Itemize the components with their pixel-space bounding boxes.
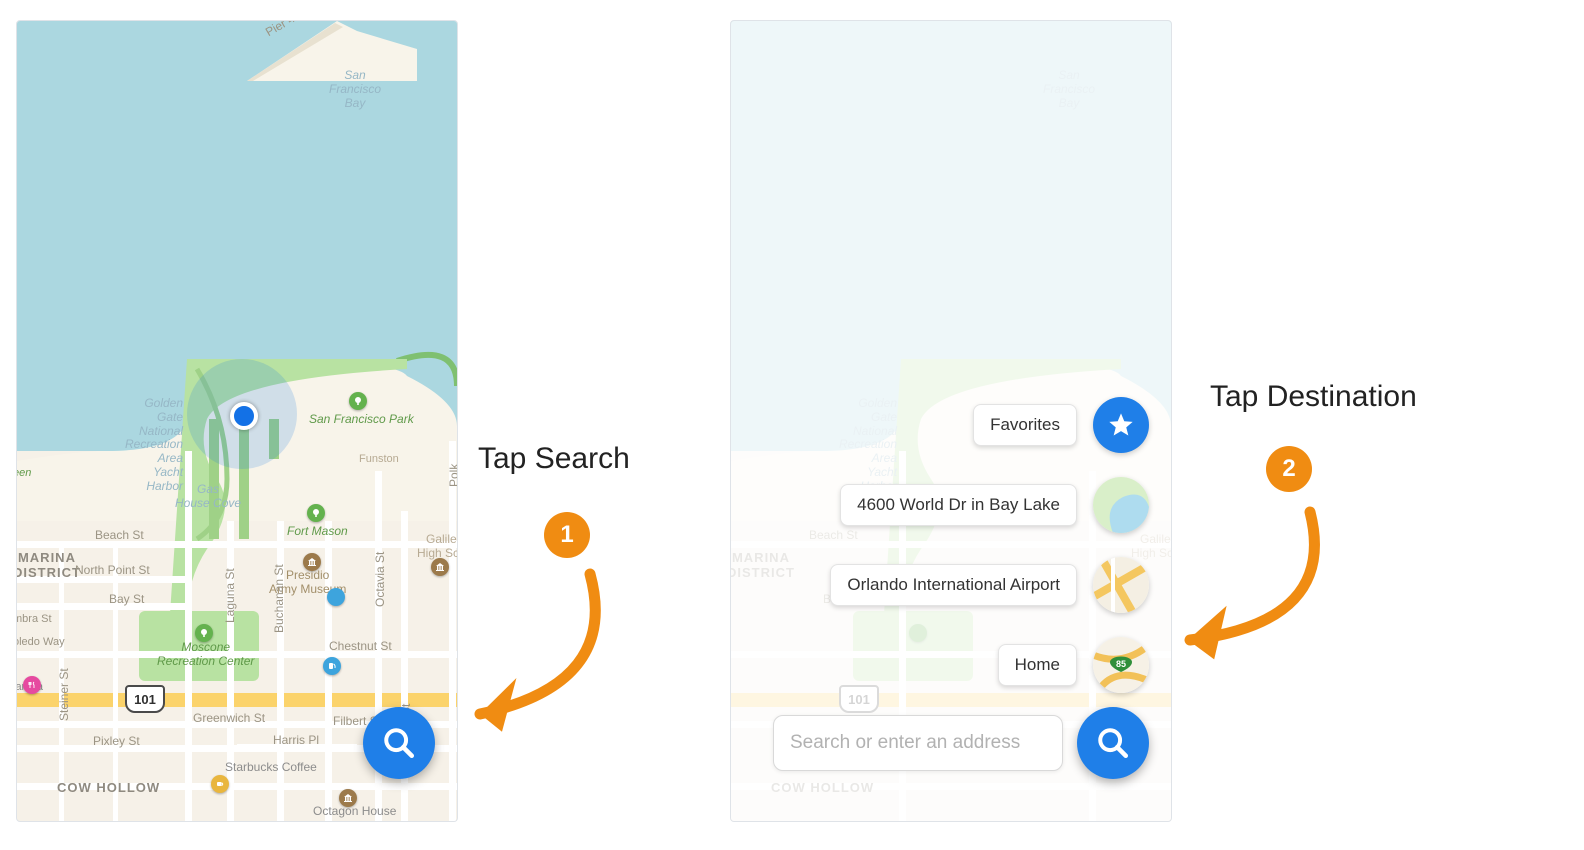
svg-text:85: 85 xyxy=(1116,659,1126,669)
museum-icon xyxy=(339,789,357,807)
current-location-dot xyxy=(230,402,258,430)
street-harris: Harris Pl xyxy=(273,733,319,747)
street-greenwich: Greenwich St xyxy=(193,711,265,725)
search-placeholder: Search or enter an address xyxy=(790,732,1020,754)
gas-cove-label: Gas House Cove xyxy=(175,483,241,511)
tree-icon xyxy=(195,624,213,642)
gg-harbor-label: Golden Gate National Recreation Area Yac… xyxy=(125,397,183,494)
funston-label: Funston xyxy=(359,453,399,466)
recent-row-home[interactable]: Home 85 xyxy=(998,637,1149,693)
street-laguna: Laguna St xyxy=(223,568,237,623)
tree-icon xyxy=(307,504,325,522)
sf-park-label: San Francisco Park xyxy=(309,413,414,427)
blue-dot-icon xyxy=(327,588,345,606)
favorites-chip[interactable]: Favorites xyxy=(973,404,1077,446)
street-mbra: mbra St xyxy=(16,613,52,625)
museum-icon xyxy=(303,553,321,571)
coffee-icon xyxy=(211,775,229,793)
street-chestnut: Chestnut St xyxy=(329,639,392,653)
street-northpoint: North Point St xyxy=(75,563,150,577)
street-polk: Polk St xyxy=(447,464,458,487)
search-icon xyxy=(382,726,416,760)
street-bay: Bay St xyxy=(109,592,144,606)
callout-step1-badge: 1 xyxy=(544,512,590,558)
bay-label: San Francisco Bay xyxy=(329,69,381,110)
street-octavia: Octavia St xyxy=(373,552,387,607)
callout-step1-label: Tap Search xyxy=(478,442,630,476)
cow-hollow-label: COW HOLLOW xyxy=(57,781,160,796)
search-button[interactable] xyxy=(1077,707,1149,779)
search-icon xyxy=(1096,726,1130,760)
favorites-star-thumb[interactable] xyxy=(1093,397,1149,453)
map-screen-before: Pier 41 xyxy=(16,20,458,822)
callout-step2-badge: 2 xyxy=(1266,446,1312,492)
food-icon xyxy=(23,676,41,694)
galileo-label: Galileo High Scho xyxy=(417,533,458,561)
road xyxy=(17,541,457,548)
moscone-label: Moscone Recreation Center xyxy=(157,641,254,669)
octagon-label: Octagon House xyxy=(313,805,396,819)
street-oledo: oledo Way xyxy=(16,636,65,648)
callout-step2-arrow xyxy=(1140,498,1360,678)
starbucks-label: Starbucks Coffee xyxy=(225,761,317,775)
street-steiner: Steiner St xyxy=(57,668,71,721)
road-lombard xyxy=(17,693,457,707)
favorites-row[interactable]: Favorites xyxy=(973,397,1149,453)
search-input[interactable]: Search or enter an address xyxy=(773,715,1063,771)
street-beach: Beach St xyxy=(95,528,144,542)
map-canvas[interactable]: Pier 41 xyxy=(17,21,457,821)
highway-101-shield: 101 xyxy=(125,685,165,713)
recent-row-2[interactable]: Orlando International Airport xyxy=(830,557,1149,613)
road xyxy=(227,521,234,821)
map-screen-after: San Francisco Bay Golden Gate National R… xyxy=(730,20,1172,822)
recent-row-1[interactable]: 4600 World Dr in Bay Lake xyxy=(840,477,1149,533)
street-buchanan: Buchanan St xyxy=(272,564,286,633)
road xyxy=(113,541,118,821)
een-label: een xyxy=(16,467,31,480)
callout-step1-arrow xyxy=(430,560,640,740)
street-pixley: Pixley St xyxy=(93,734,140,748)
marina-district-label: MARINA DISTRICT xyxy=(16,551,81,581)
star-icon xyxy=(1107,411,1135,439)
home-chip[interactable]: Home xyxy=(998,644,1077,686)
road xyxy=(17,603,185,610)
callout-step2-label: Tap Destination xyxy=(1210,380,1417,414)
tree-icon xyxy=(349,392,367,410)
recent-chip-2[interactable]: Orlando International Airport xyxy=(830,564,1077,606)
fort-mason-label: Fort Mason xyxy=(287,525,348,539)
search-button[interactable] xyxy=(363,707,435,779)
gas-icon xyxy=(323,657,341,675)
recent-chip-1[interactable]: 4600 World Dr in Bay Lake xyxy=(840,484,1077,526)
